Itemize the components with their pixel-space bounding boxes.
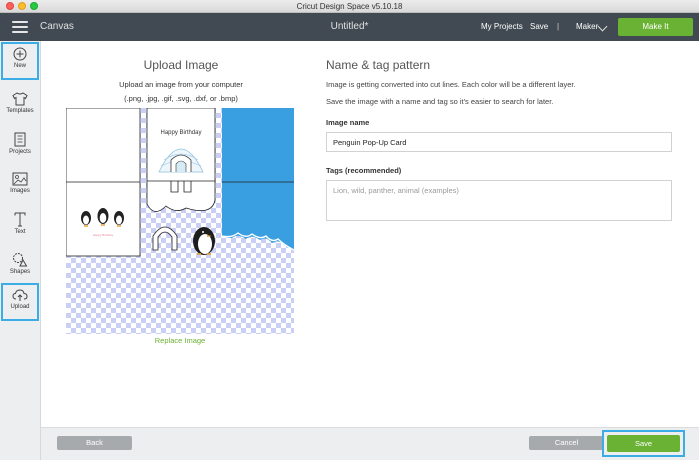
card-artwork: Happy Birthday Happy Birthday [66,108,294,257]
window-title: Cricut Design Space v5.10.18 [296,2,403,11]
hamburger-menu-icon[interactable] [12,21,28,33]
image-name-label: Image name [326,118,370,127]
sidebar-item-shapes[interactable]: Shapes [1,247,39,285]
sidebar-item-templates[interactable]: Templates [1,87,39,125]
image-name-input[interactable] [326,132,672,152]
app-header: Canvas Untitled* My Projects Save | Make… [0,13,699,41]
card-greeting-text: Happy Birthday [160,130,201,136]
make-it-button[interactable]: Make It [618,18,693,36]
sidebar-item-text[interactable]: Text [1,207,39,245]
sidebar-label-new: New [13,63,26,69]
machine-select[interactable]: Maker [576,13,598,41]
sidebar-label-images: Images [10,188,30,194]
header-save-link[interactable]: Save [530,13,548,41]
image-icon [12,172,28,186]
projects-icon [14,132,26,147]
chevron-down-icon[interactable] [597,21,608,32]
shapes-icon [13,253,28,267]
form-description-2: Save the image with a name and tag so it… [326,97,554,106]
back-button[interactable]: Back [57,436,132,450]
text-t-icon [14,212,26,227]
sidebar-label-upload: Upload [10,304,30,310]
sidebar-label-projects: Projects [9,149,31,155]
cancel-button[interactable]: Cancel [529,436,604,450]
replace-image-link[interactable]: Replace Image [66,336,294,345]
save-button[interactable]: Save [607,435,680,452]
upload-subtitle: Upload an image from your computer [119,80,243,89]
form-title: Name & tag pattern [326,58,431,72]
tags-label: Tags (recommended) [326,166,402,175]
sidebar-item-images[interactable]: Images [1,167,39,205]
app-name: Canvas [40,21,74,32]
cloud-upload-icon [12,289,28,301]
tshirt-icon [12,92,28,106]
save-button-highlight: Save [602,430,685,457]
upload-title: Upload Image [143,58,219,72]
sidebar-item-upload[interactable]: Upload [1,283,39,321]
sidebar-label-templates: Templates [6,108,34,114]
tags-input[interactable] [326,180,672,221]
my-projects-link[interactable]: My Projects [481,13,523,41]
upload-formats: (.png, .jpg, .gif, .svg, .dxf, or .bmp) [124,94,238,103]
left-sidebar: New Templates Projects Images Text Shape… [0,41,41,460]
sidebar-label-text: Text [14,229,26,235]
sidebar-item-projects[interactable]: Projects [1,127,39,165]
sidebar-label-shapes: Shapes [9,269,31,275]
header-separator: | [557,22,560,31]
big-penguin [193,227,215,255]
blue-sky-panel [222,108,294,182]
plus-circle-icon [13,47,27,61]
sidebar-item-new[interactable]: New [1,42,39,80]
form-description-1: Image is getting converted into cut line… [326,80,576,89]
window-titlebar: Cricut Design Space v5.10.18 [0,0,699,13]
small-card-text: Happy Birthday [93,233,114,237]
image-preview: Happy Birthday Happy Birthday [66,108,294,334]
